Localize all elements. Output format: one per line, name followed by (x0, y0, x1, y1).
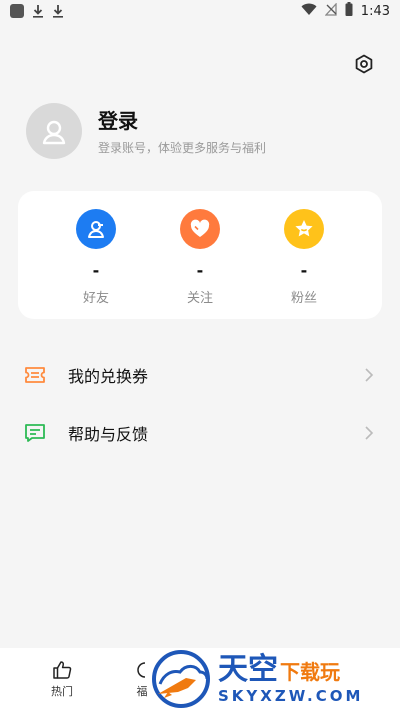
watermark-logo (152, 650, 210, 708)
nav-label: 热门 (51, 685, 73, 698)
circle-icon (137, 662, 146, 678)
stat-label: 粉丝 (290, 291, 317, 306)
login-title[interactable]: 登录 (98, 107, 266, 135)
stats-card: - 好友 - 关注 - 粉丝 (18, 191, 382, 319)
stat-following[interactable]: - 关注 (160, 191, 240, 306)
feedback-icon (24, 422, 46, 444)
login-subtitle: 登录账号，体验更多服务与福利 (98, 140, 267, 155)
heart-icon (180, 209, 220, 249)
download-icon (32, 4, 44, 18)
no-signal-icon (324, 1, 337, 20)
thumbs-up-icon (53, 661, 72, 679)
stat-fans[interactable]: - 粉丝 (264, 191, 344, 306)
stat-count: - (300, 261, 308, 280)
battery-icon (345, 2, 353, 20)
chevron-right-icon (362, 426, 376, 440)
watermark: 天空 下载玩 SKYXZW.COM (150, 648, 400, 710)
coupon-icon (24, 364, 46, 386)
app-icon (10, 4, 24, 18)
download-icon (52, 4, 64, 18)
person-icon (42, 120, 66, 145)
settings-button[interactable] (352, 52, 376, 76)
wifi-icon (301, 3, 317, 20)
status-right: 1:43 (301, 1, 390, 20)
settings-hexagon-icon (355, 54, 373, 74)
profile-text: 登录 登录账号，体验更多服务与福利 (98, 107, 266, 156)
nav-item-hot[interactable]: 热门 (22, 648, 102, 699)
stat-label: 关注 (186, 291, 213, 306)
nav-label: 福 (136, 685, 148, 698)
stat-count: - (92, 261, 100, 280)
watermark-text: 天空 下载玩 SKYXZW.COM (218, 652, 364, 706)
menu-item-coupons[interactable]: 我的兑换券 (0, 346, 400, 404)
menu-item-label: 帮助与反馈 (68, 425, 149, 444)
star-icon (284, 209, 324, 249)
stat-count: - (196, 261, 204, 280)
stat-label: 好友 (82, 291, 109, 306)
avatar[interactable] (26, 103, 82, 159)
status-bar: 1:43 (0, 0, 400, 22)
watermark-subtitle: 下载玩 (280, 660, 340, 684)
profile-login-area[interactable]: 登录 登录账号，体验更多服务与福利 (26, 102, 366, 160)
status-left (10, 4, 64, 18)
friend-icon (76, 209, 116, 249)
stat-friends[interactable]: - 好友 (56, 191, 136, 306)
watermark-title: 天空 (218, 652, 278, 687)
menu-list: 我的兑换券 帮助与反馈 (0, 346, 400, 462)
menu-item-label: 我的兑换券 (68, 367, 149, 386)
chevron-right-icon (362, 368, 376, 382)
watermark-domain: SKYXZW.COM (218, 687, 364, 705)
menu-item-help-feedback[interactable]: 帮助与反馈 (0, 404, 400, 462)
status-time: 1:43 (360, 3, 390, 19)
